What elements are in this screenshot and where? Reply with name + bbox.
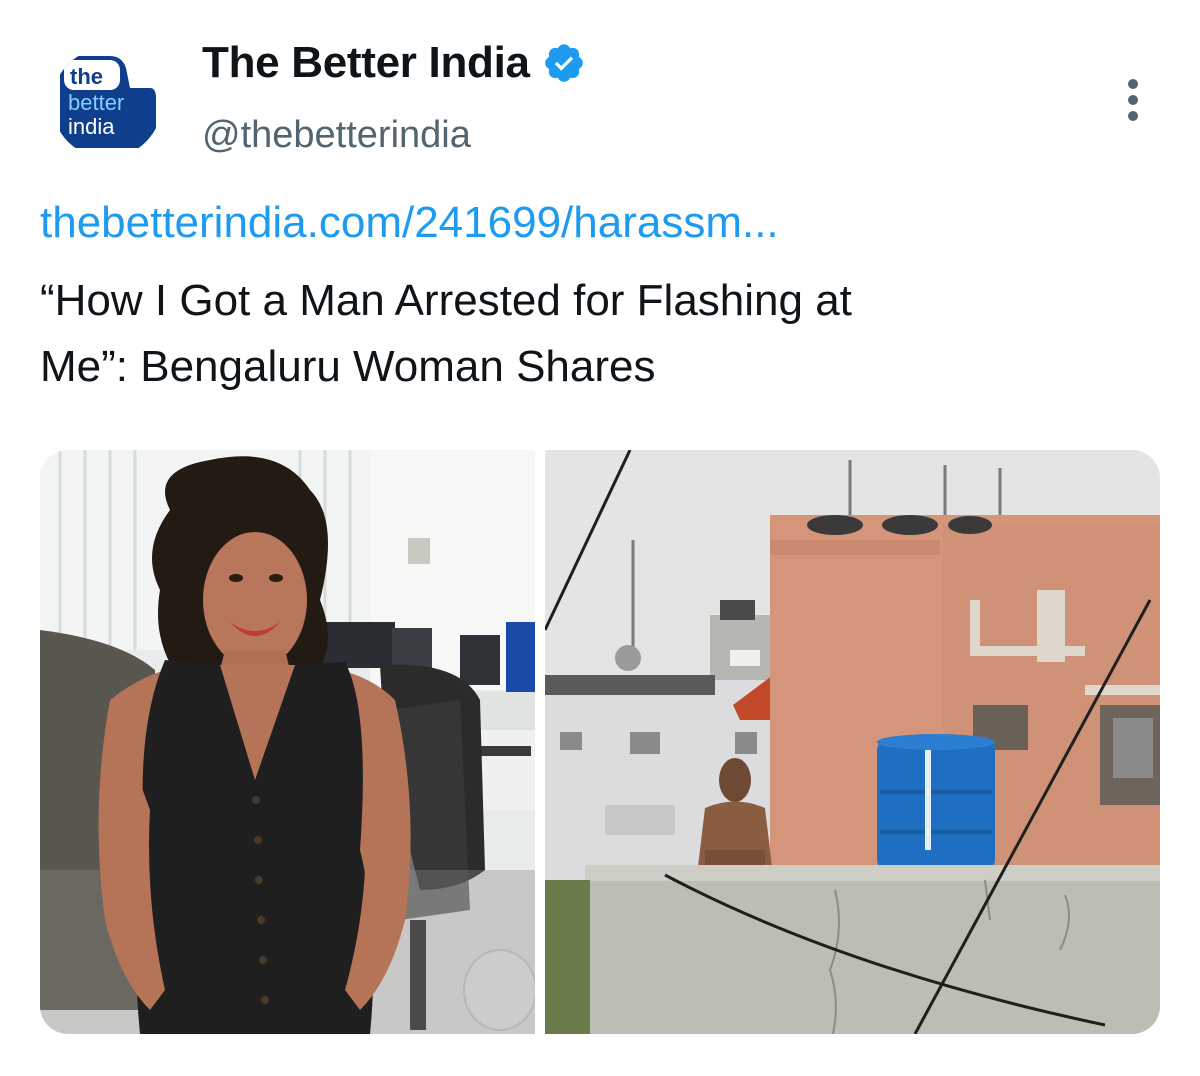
photo-rooftop-man[interactable] — [545, 450, 1160, 1034]
media-grid — [40, 450, 1160, 1034]
article-link[interactable]: thebetterindia.com/241699/harassm... — [40, 198, 779, 248]
verified-badge-icon — [542, 41, 586, 85]
avatar-text-the: the — [70, 64, 103, 89]
avatar[interactable]: the better india — [52, 48, 162, 158]
display-name[interactable]: The Better India — [202, 38, 586, 88]
avatar-text-india: india — [68, 114, 115, 139]
author-handle[interactable]: @thebetterindia — [202, 114, 471, 157]
avatar-text-better: better — [68, 90, 124, 115]
avatar-logo: the better india — [52, 48, 162, 158]
article-title: “How I Got a Man Arrested for Flashing a… — [40, 268, 1160, 400]
article-title-line-2: Me”: Bengaluru Woman Shares — [40, 342, 656, 391]
more-vertical-icon[interactable] — [1118, 76, 1148, 124]
tweet[interactable]: the better india The Better India @thebe… — [0, 0, 1200, 1076]
article-title-line-1: “How I Got a Man Arrested for Flashing a… — [40, 276, 852, 325]
display-name-text: The Better India — [202, 38, 530, 87]
photo-woman-office[interactable] — [40, 450, 535, 1034]
